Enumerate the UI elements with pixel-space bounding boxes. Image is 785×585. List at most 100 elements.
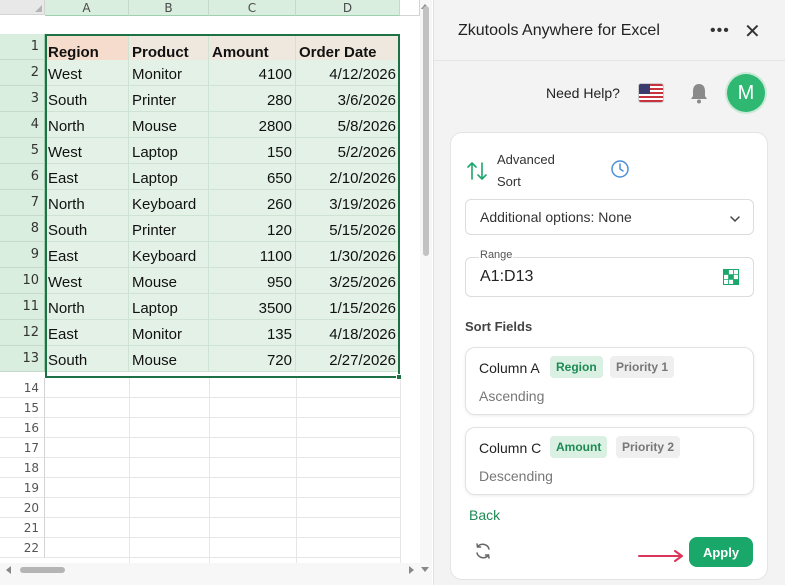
row-header[interactable]: 19 bbox=[0, 478, 45, 498]
sort-field-card-1[interactable]: Column A Region Priority 1 Ascending bbox=[465, 347, 754, 415]
table-cell[interactable]: West bbox=[45, 60, 129, 86]
refresh-icon[interactable] bbox=[473, 541, 493, 566]
table-cell[interactable]: 2800 bbox=[209, 112, 296, 138]
empty-grid-row[interactable] bbox=[45, 458, 400, 478]
table-cell[interactable]: 4/18/2026 bbox=[296, 320, 400, 346]
column-header-d[interactable]: D bbox=[296, 0, 400, 16]
table-cell[interactable]: Laptop bbox=[129, 138, 209, 164]
column-header-c[interactable]: C bbox=[209, 0, 296, 16]
scroll-left-icon[interactable] bbox=[6, 566, 11, 574]
table-cell[interactable]: North bbox=[45, 112, 129, 138]
table-cell[interactable]: East bbox=[45, 242, 129, 268]
table-cell[interactable]: Laptop bbox=[129, 164, 209, 190]
row-header[interactable]: 6 bbox=[0, 164, 45, 190]
table-cell[interactable]: 120 bbox=[209, 216, 296, 242]
empty-grid-row[interactable] bbox=[45, 438, 400, 458]
row-header[interactable]: 21 bbox=[0, 518, 45, 538]
table-cell[interactable]: 1100 bbox=[209, 242, 296, 268]
row-header[interactable]: 1 bbox=[0, 34, 45, 60]
table-cell[interactable]: 5/8/2026 bbox=[296, 112, 400, 138]
column-header-b[interactable]: B bbox=[129, 0, 209, 16]
table-cell[interactable]: North bbox=[45, 294, 129, 320]
row-header[interactable]: 7 bbox=[0, 190, 45, 216]
fill-handle[interactable] bbox=[396, 374, 402, 380]
back-link[interactable]: Back bbox=[469, 507, 500, 523]
row-header[interactable]: 16 bbox=[0, 418, 45, 438]
scroll-right-icon[interactable] bbox=[409, 566, 414, 574]
empty-grid-row[interactable] bbox=[45, 398, 400, 418]
table-cell[interactable]: Mouse bbox=[129, 112, 209, 138]
empty-grid-row[interactable] bbox=[45, 518, 400, 538]
table-cell[interactable]: 3/19/2026 bbox=[296, 190, 400, 216]
row-header[interactable]: 22 bbox=[0, 538, 45, 558]
table-cell[interactable]: East bbox=[45, 164, 129, 190]
range-input[interactable]: A1:D13 bbox=[465, 257, 754, 297]
table-cell[interactable]: West bbox=[45, 268, 129, 294]
sort-field-card-2[interactable]: Column C Amount Priority 2 Descending bbox=[465, 427, 754, 495]
table-cell[interactable]: 3/25/2026 bbox=[296, 268, 400, 294]
row-header[interactable]: 3 bbox=[0, 86, 45, 112]
table-cell[interactable]: 5/2/2026 bbox=[296, 138, 400, 164]
table-cell[interactable]: Keyboard bbox=[129, 190, 209, 216]
table-cell[interactable]: 150 bbox=[209, 138, 296, 164]
table-cell[interactable]: Mouse bbox=[129, 346, 209, 372]
bell-icon[interactable] bbox=[689, 82, 709, 109]
table-cell[interactable]: East bbox=[45, 320, 129, 346]
row-header[interactable]: 4 bbox=[0, 112, 45, 138]
scroll-down-icon[interactable] bbox=[421, 567, 429, 572]
table-cell[interactable]: South bbox=[45, 216, 129, 242]
table-cell[interactable]: 3/6/2026 bbox=[296, 86, 400, 112]
empty-grid-row[interactable] bbox=[45, 378, 400, 398]
table-cell[interactable]: 5/15/2026 bbox=[296, 216, 400, 242]
close-icon[interactable]: ✕ bbox=[744, 20, 761, 44]
table-cell[interactable]: South bbox=[45, 346, 129, 372]
row-header[interactable]: 11 bbox=[0, 294, 45, 320]
table-cell[interactable]: 1/30/2026 bbox=[296, 242, 400, 268]
table-cell[interactable]: 2/10/2026 bbox=[296, 164, 400, 190]
table-cell[interactable]: Monitor bbox=[129, 320, 209, 346]
empty-grid-row[interactable] bbox=[45, 538, 400, 558]
history-clock-icon[interactable] bbox=[610, 159, 630, 184]
empty-grid-row[interactable] bbox=[45, 498, 400, 518]
table-cell[interactable]: Mouse bbox=[129, 268, 209, 294]
row-header[interactable]: 2 bbox=[0, 60, 45, 86]
need-help-link[interactable]: Need Help? bbox=[546, 85, 620, 101]
table-cell[interactable]: 950 bbox=[209, 268, 296, 294]
table-cell[interactable]: 1/15/2026 bbox=[296, 294, 400, 320]
vertical-scroll-thumb[interactable] bbox=[423, 6, 429, 256]
table-cell[interactable]: 260 bbox=[209, 190, 296, 216]
table-cell[interactable]: 4/12/2026 bbox=[296, 60, 400, 86]
row-header[interactable]: 12 bbox=[0, 320, 45, 346]
additional-options-dropdown[interactable]: Additional options: None bbox=[465, 199, 754, 235]
row-header[interactable]: 20 bbox=[0, 498, 45, 518]
row-header[interactable]: 13 bbox=[0, 346, 45, 372]
table-cell[interactable]: Laptop bbox=[129, 294, 209, 320]
table-cell[interactable]: West bbox=[45, 138, 129, 164]
select-all-corner[interactable] bbox=[0, 0, 45, 15]
table-cell[interactable]: 650 bbox=[209, 164, 296, 190]
row-header[interactable]: 18 bbox=[0, 458, 45, 478]
user-avatar[interactable]: M bbox=[727, 74, 765, 112]
column-header-empty[interactable] bbox=[400, 0, 420, 16]
row-header[interactable]: 15 bbox=[0, 398, 45, 418]
row-header[interactable]: 14 bbox=[0, 378, 45, 398]
us-flag-icon[interactable] bbox=[638, 83, 664, 103]
row-header[interactable]: 8 bbox=[0, 216, 45, 242]
table-cell[interactable]: 2/27/2026 bbox=[296, 346, 400, 372]
table-cell[interactable]: North bbox=[45, 190, 129, 216]
select-range-grid-icon[interactable] bbox=[723, 269, 739, 290]
column-header-a[interactable]: A bbox=[45, 0, 129, 16]
table-cell[interactable]: 4100 bbox=[209, 60, 296, 86]
table-cell[interactable]: Printer bbox=[129, 216, 209, 242]
table-cell[interactable]: 280 bbox=[209, 86, 296, 112]
table-cell[interactable]: 135 bbox=[209, 320, 296, 346]
row-header[interactable]: 17 bbox=[0, 438, 45, 458]
table-cell[interactable]: South bbox=[45, 86, 129, 112]
table-cell[interactable]: Printer bbox=[129, 86, 209, 112]
row-header[interactable]: 10 bbox=[0, 268, 45, 294]
table-cell[interactable]: 3500 bbox=[209, 294, 296, 320]
row-header[interactable]: 5 bbox=[0, 138, 45, 164]
row-header[interactable]: 9 bbox=[0, 242, 45, 268]
more-horizontal-icon[interactable]: ••• bbox=[710, 22, 730, 40]
table-cell[interactable]: Monitor bbox=[129, 60, 209, 86]
